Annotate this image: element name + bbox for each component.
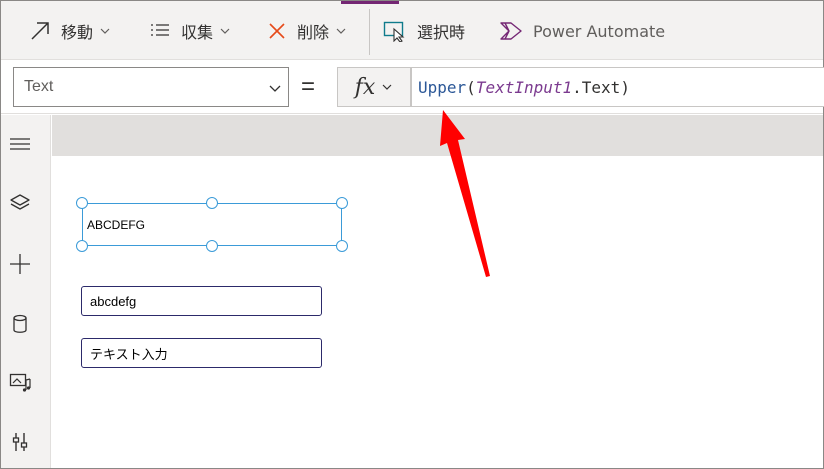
add-plus-icon[interactable] xyxy=(9,253,31,275)
resize-handle-top[interactable] xyxy=(206,197,218,209)
formula-open-paren: ( xyxy=(466,77,476,97)
formula-input[interactable]: Upper(TextInput1 .Text) xyxy=(411,67,824,107)
resize-handle-bottom-right[interactable] xyxy=(336,240,348,252)
delete-button[interactable]: 削除 xyxy=(267,15,347,47)
chevron-down-icon xyxy=(269,85,281,92)
toolbar-divider xyxy=(369,9,370,55)
chevron-down-icon xyxy=(100,28,110,34)
equals-sign: = xyxy=(301,73,316,100)
resize-handle-top-right[interactable] xyxy=(336,197,348,209)
select-cursor-icon xyxy=(383,21,405,42)
left-rail xyxy=(1,115,51,468)
label-text: ABCDEFG xyxy=(87,217,146,232)
list-icon xyxy=(151,24,169,36)
move-button[interactable]: 移動 xyxy=(29,15,111,47)
text-input-1-value: abcdefg xyxy=(90,293,137,309)
fx-button[interactable]: fx xyxy=(337,67,411,107)
database-icon[interactable] xyxy=(9,313,31,335)
text-input-1[interactable]: abcdefg xyxy=(81,286,322,316)
hamburger-menu-icon[interactable] xyxy=(9,133,31,155)
collect-label: 収集 xyxy=(181,23,214,42)
formula-function: Upper xyxy=(418,77,467,97)
active-tab-indicator xyxy=(341,1,399,4)
on-select-label: 選択時 xyxy=(417,23,466,42)
text-input-2-value: テキスト入力 xyxy=(90,346,168,362)
on-select-button[interactable]: 選択時 xyxy=(383,15,465,47)
property-value: Text xyxy=(24,78,54,95)
chevron-down-icon xyxy=(220,28,230,34)
chevron-down-icon xyxy=(382,84,392,90)
canvas-header-strip xyxy=(52,115,823,156)
formula-close-paren: ) xyxy=(620,77,630,97)
power-automate-icon xyxy=(500,22,522,40)
power-automate-button[interactable]: Power Automate xyxy=(499,15,665,47)
resize-handle-bottom-left[interactable] xyxy=(76,240,88,252)
collect-button[interactable]: 収集 xyxy=(149,15,231,47)
move-arrow-icon xyxy=(31,22,49,40)
resize-handle-bottom[interactable] xyxy=(206,240,218,252)
media-icon[interactable] xyxy=(9,371,31,393)
power-automate-label: Power Automate xyxy=(533,21,666,41)
text-input-2[interactable]: テキスト入力 xyxy=(81,338,322,368)
delete-x-icon xyxy=(269,23,285,39)
resize-handle-top-left[interactable] xyxy=(76,197,88,209)
formula-property-ref: .Text xyxy=(572,77,621,97)
tools-icon[interactable] xyxy=(9,431,31,453)
property-dropdown[interactable]: Text xyxy=(13,67,289,107)
delete-label: 削除 xyxy=(297,23,330,42)
formula-control-ref: TextInput1 xyxy=(475,77,573,97)
move-label: 移動 xyxy=(61,23,94,42)
fx-icon: fx xyxy=(354,74,376,100)
command-toolbar: 移動 収集 削除 選択時 Power Automate xyxy=(1,1,823,60)
chevron-down-icon xyxy=(336,28,346,34)
layers-icon[interactable] xyxy=(9,192,31,214)
formula-bar: Text = fx Upper(TextInput1 .Text) xyxy=(1,60,824,114)
